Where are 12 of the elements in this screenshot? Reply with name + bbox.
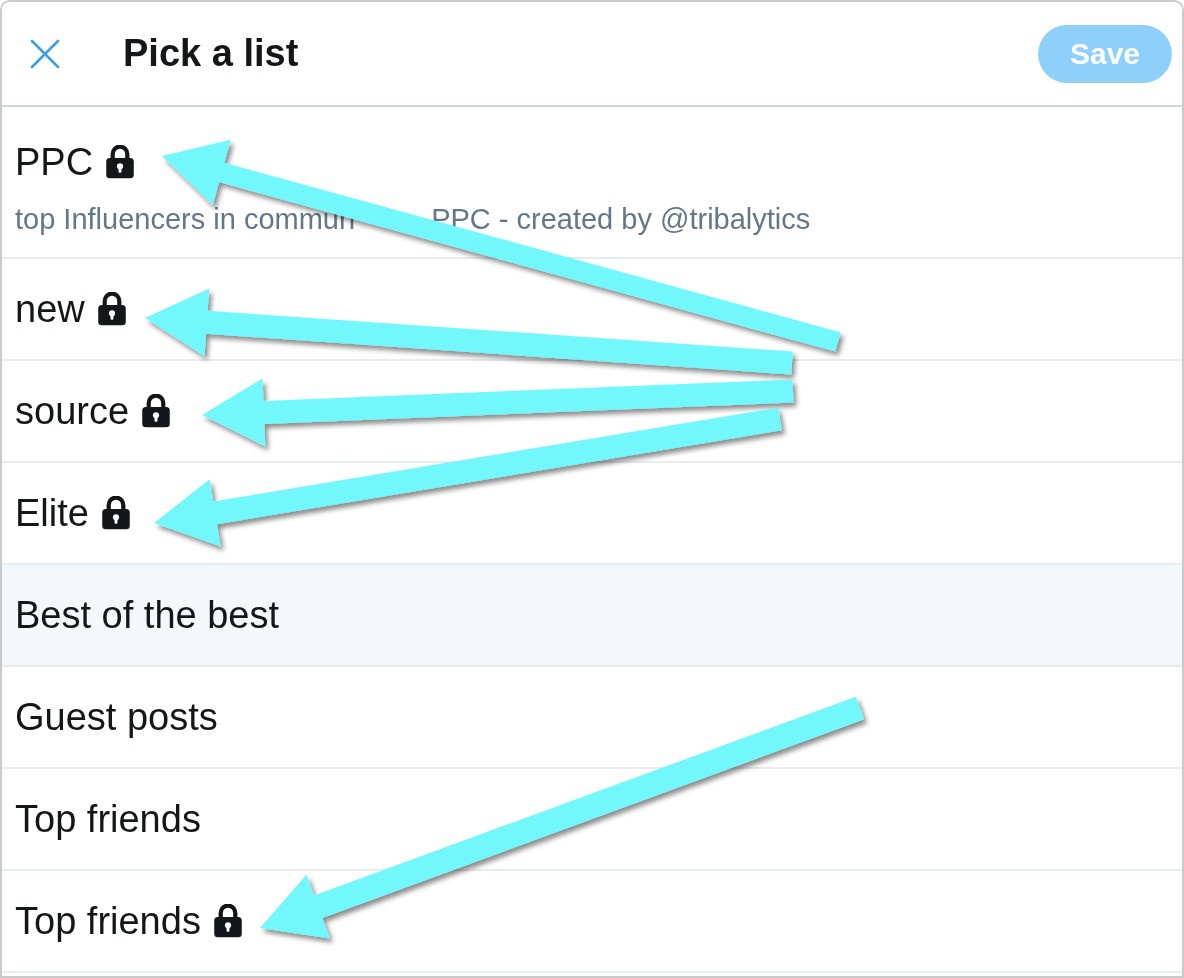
list-name: Best of the best xyxy=(15,593,280,637)
list-item[interactable]: Best of the best xyxy=(2,565,1182,667)
list-description: top Influencers in commun xyxy=(15,202,356,236)
list-name: Guest posts xyxy=(15,695,218,739)
list-name: PPC xyxy=(15,140,94,184)
list-name: new xyxy=(15,287,85,331)
list-name: Top friends xyxy=(15,899,201,943)
list-name: Elite xyxy=(15,491,89,535)
dialog-title: Pick a list xyxy=(123,31,299,76)
list-name: source xyxy=(15,389,130,433)
list-name: Top friends xyxy=(15,797,201,841)
close-icon xyxy=(30,38,60,69)
